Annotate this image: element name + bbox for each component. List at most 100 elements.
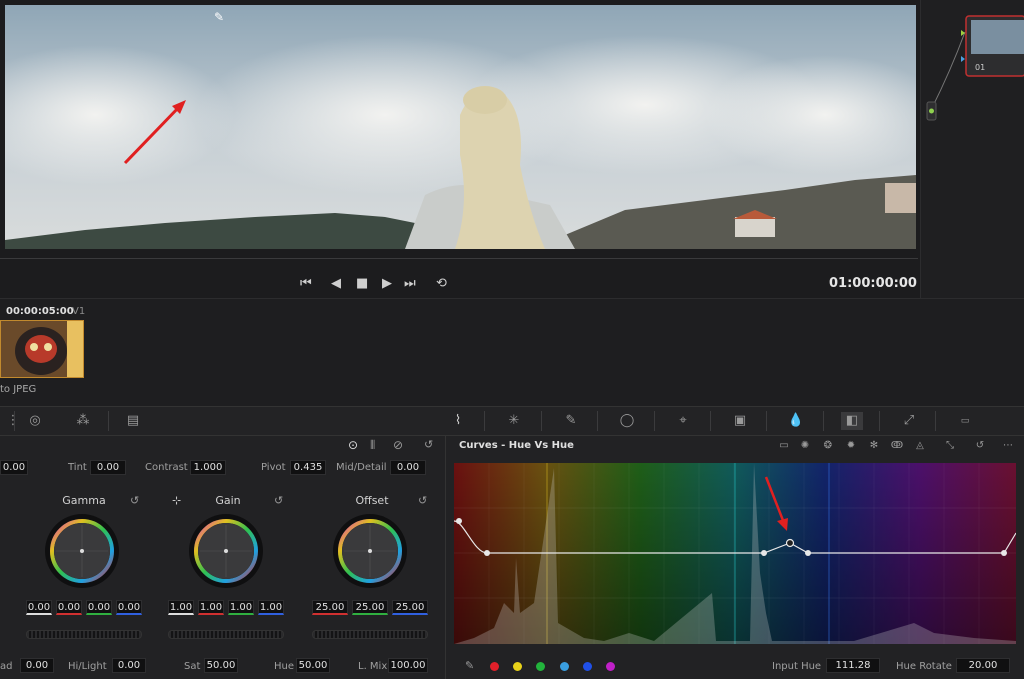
gamma-wheel[interactable] bbox=[44, 513, 120, 589]
curves-title: Curves - Hue Vs Hue bbox=[459, 440, 574, 451]
hue-label: Hue bbox=[274, 661, 295, 672]
custom-curve-icon[interactable]: ▭ bbox=[776, 439, 792, 453]
offset-title: Offset bbox=[355, 494, 389, 507]
yellow-swatch[interactable] bbox=[513, 662, 522, 671]
picker-icon[interactable]: ⊹ bbox=[172, 494, 181, 507]
3d-icon[interactable]: ▭ bbox=[954, 412, 976, 430]
contrast-field[interactable]: 1.000 bbox=[190, 460, 226, 475]
middetail-label: Mid/Detail bbox=[336, 462, 387, 473]
svg-text:01: 01 bbox=[975, 63, 985, 72]
primaries-bars-mode-icon[interactable]: ⦀ bbox=[370, 438, 375, 453]
lmix-label: L. Mix bbox=[358, 661, 388, 672]
hue-vs-sat-icon[interactable]: ❂ bbox=[820, 439, 836, 453]
hue-rotate-field[interactable]: 20.00 bbox=[956, 658, 1010, 673]
offset-jog-wheel[interactable] bbox=[312, 630, 428, 639]
clip-name: to JPEG bbox=[0, 384, 37, 395]
clip-timecode: 00:00:05:00 bbox=[6, 306, 74, 317]
curves-icon[interactable]: ⌇ bbox=[447, 412, 469, 430]
gain-wheel[interactable] bbox=[188, 513, 264, 589]
jump-start-button[interactable]: ⏮ bbox=[300, 276, 312, 291]
gamma-green-field[interactable]: 0.00 bbox=[86, 600, 112, 615]
pivot-label: Pivot bbox=[261, 462, 286, 473]
log-mode-icon[interactable]: ⊘ bbox=[393, 438, 403, 452]
viewer-scrubber[interactable] bbox=[0, 258, 918, 259]
tint-field[interactable]: 0.00 bbox=[90, 460, 126, 475]
play-reverse-button[interactable]: ◀ bbox=[331, 276, 341, 291]
gain-reset-icon[interactable]: ↺ bbox=[274, 494, 283, 507]
gamma-jog-wheel[interactable] bbox=[26, 630, 142, 639]
color-warper-icon[interactable]: ✳ bbox=[503, 412, 525, 430]
gain-master-field[interactable]: 1.00 bbox=[168, 600, 194, 615]
sat-field[interactable]: 50.00 bbox=[204, 658, 238, 673]
hdr-wheels-icon[interactable]: ◎ bbox=[24, 412, 46, 430]
blur-icon[interactable]: 💧 bbox=[785, 412, 807, 430]
gain-red-field[interactable]: 1.00 bbox=[198, 600, 224, 615]
curves-menu-icon[interactable]: ⋯ bbox=[1000, 439, 1016, 453]
gamma-red-field[interactable]: 0.00 bbox=[56, 600, 82, 615]
middetail-field[interactable]: 0.00 bbox=[390, 460, 426, 475]
offset-red-field[interactable]: 25.00 bbox=[312, 600, 348, 615]
offset-reset-icon[interactable]: ↺ bbox=[418, 494, 427, 507]
gain-blue-field[interactable]: 1.00 bbox=[258, 600, 284, 615]
sizing-icon[interactable]: ⤢ bbox=[898, 412, 920, 430]
hue-vs-hue-icon[interactable]: ✺ bbox=[797, 439, 813, 453]
clip-timeline bbox=[0, 298, 1024, 406]
offset-blue-field[interactable]: 25.00 bbox=[392, 600, 428, 615]
key-icon[interactable]: ◧ bbox=[841, 412, 863, 430]
qualifier-icon[interactable]: ✎ bbox=[560, 412, 582, 430]
hilight-label: Hi/Light bbox=[68, 661, 107, 672]
eyedropper-cursor-icon: ✎ bbox=[214, 10, 225, 24]
input-hue-field[interactable]: 111.28 bbox=[826, 658, 880, 673]
gamma-reset-icon[interactable]: ↺ bbox=[130, 494, 139, 507]
offset-wheel[interactable] bbox=[332, 513, 408, 589]
shad-label: ad bbox=[0, 661, 13, 672]
gain-jog-wheel[interactable] bbox=[168, 630, 284, 639]
magic-mask-icon[interactable]: ▣ bbox=[729, 412, 751, 430]
lum-vs-sat-icon[interactable]: ✻ bbox=[866, 439, 882, 453]
hue-vs-lum-icon[interactable]: ✹ bbox=[843, 439, 859, 453]
sat-vs-sat-icon[interactable]: ↂ bbox=[889, 439, 905, 453]
primaries-wheels-mode-icon[interactable]: ⊙ bbox=[348, 438, 358, 452]
gamma-blue-field[interactable]: 0.00 bbox=[116, 600, 142, 615]
loop-button[interactable]: ⟲ bbox=[436, 276, 447, 291]
rgb-mixer-icon[interactable]: ⁂ bbox=[72, 412, 94, 430]
viewer-timecode: 01:00:00:00 bbox=[829, 276, 917, 291]
contrast-label: Contrast bbox=[145, 462, 188, 473]
cyan-swatch[interactable] bbox=[560, 662, 569, 671]
clip-track: V1 bbox=[72, 306, 86, 317]
magenta-swatch[interactable] bbox=[606, 662, 615, 671]
primaries-reset-icon[interactable]: ↺ bbox=[424, 438, 433, 451]
pivot-field[interactable]: 0.435 bbox=[290, 460, 326, 475]
jump-end-button[interactable]: ⏭ bbox=[404, 276, 416, 291]
curves-reset-icon[interactable]: ↺ bbox=[972, 439, 988, 453]
hue-field[interactable]: 50.00 bbox=[296, 658, 330, 673]
eyedropper-icon[interactable]: ✎ bbox=[465, 659, 474, 672]
tracker-icon[interactable]: ⌖ bbox=[672, 412, 694, 430]
lift-master-field[interactable]: 0.00 bbox=[0, 460, 28, 475]
blue-swatch[interactable] bbox=[583, 662, 592, 671]
expand-icon[interactable]: ⤡ bbox=[942, 439, 958, 453]
green-swatch[interactable] bbox=[536, 662, 545, 671]
window-icon[interactable]: ◯ bbox=[616, 412, 638, 430]
motion-effects-icon[interactable]: ▤ bbox=[122, 412, 144, 430]
input-hue-label: Input Hue bbox=[772, 661, 822, 672]
stop-button[interactable]: ■ bbox=[356, 276, 368, 291]
gamma-title: Gamma bbox=[62, 494, 106, 507]
hue-vs-hue-graph[interactable] bbox=[454, 463, 1016, 644]
hilight-field[interactable]: 0.00 bbox=[112, 658, 146, 673]
palette-left-icon[interactable]: ⋮ bbox=[2, 412, 24, 430]
annotation-arrow-icon bbox=[123, 100, 186, 165]
offset-green-field[interactable]: 25.00 bbox=[352, 600, 388, 615]
tint-label: Tint bbox=[68, 462, 87, 473]
sat-vs-lum-icon[interactable]: ◬ bbox=[912, 439, 928, 453]
lmix-field[interactable]: 100.00 bbox=[388, 658, 428, 673]
play-button[interactable]: ▶ bbox=[382, 276, 392, 291]
red-swatch[interactable] bbox=[490, 662, 499, 671]
gain-green-field[interactable]: 1.00 bbox=[228, 600, 254, 615]
gain-title: Gain bbox=[215, 494, 241, 507]
node-editor[interactable]: 01 bbox=[920, 0, 1024, 298]
gamma-master-field[interactable]: 0.00 bbox=[26, 600, 52, 615]
hue-rotate-label: Hue Rotate bbox=[896, 661, 952, 672]
shad-field[interactable]: 0.00 bbox=[20, 658, 54, 673]
clip-thumbnail[interactable] bbox=[0, 320, 84, 378]
